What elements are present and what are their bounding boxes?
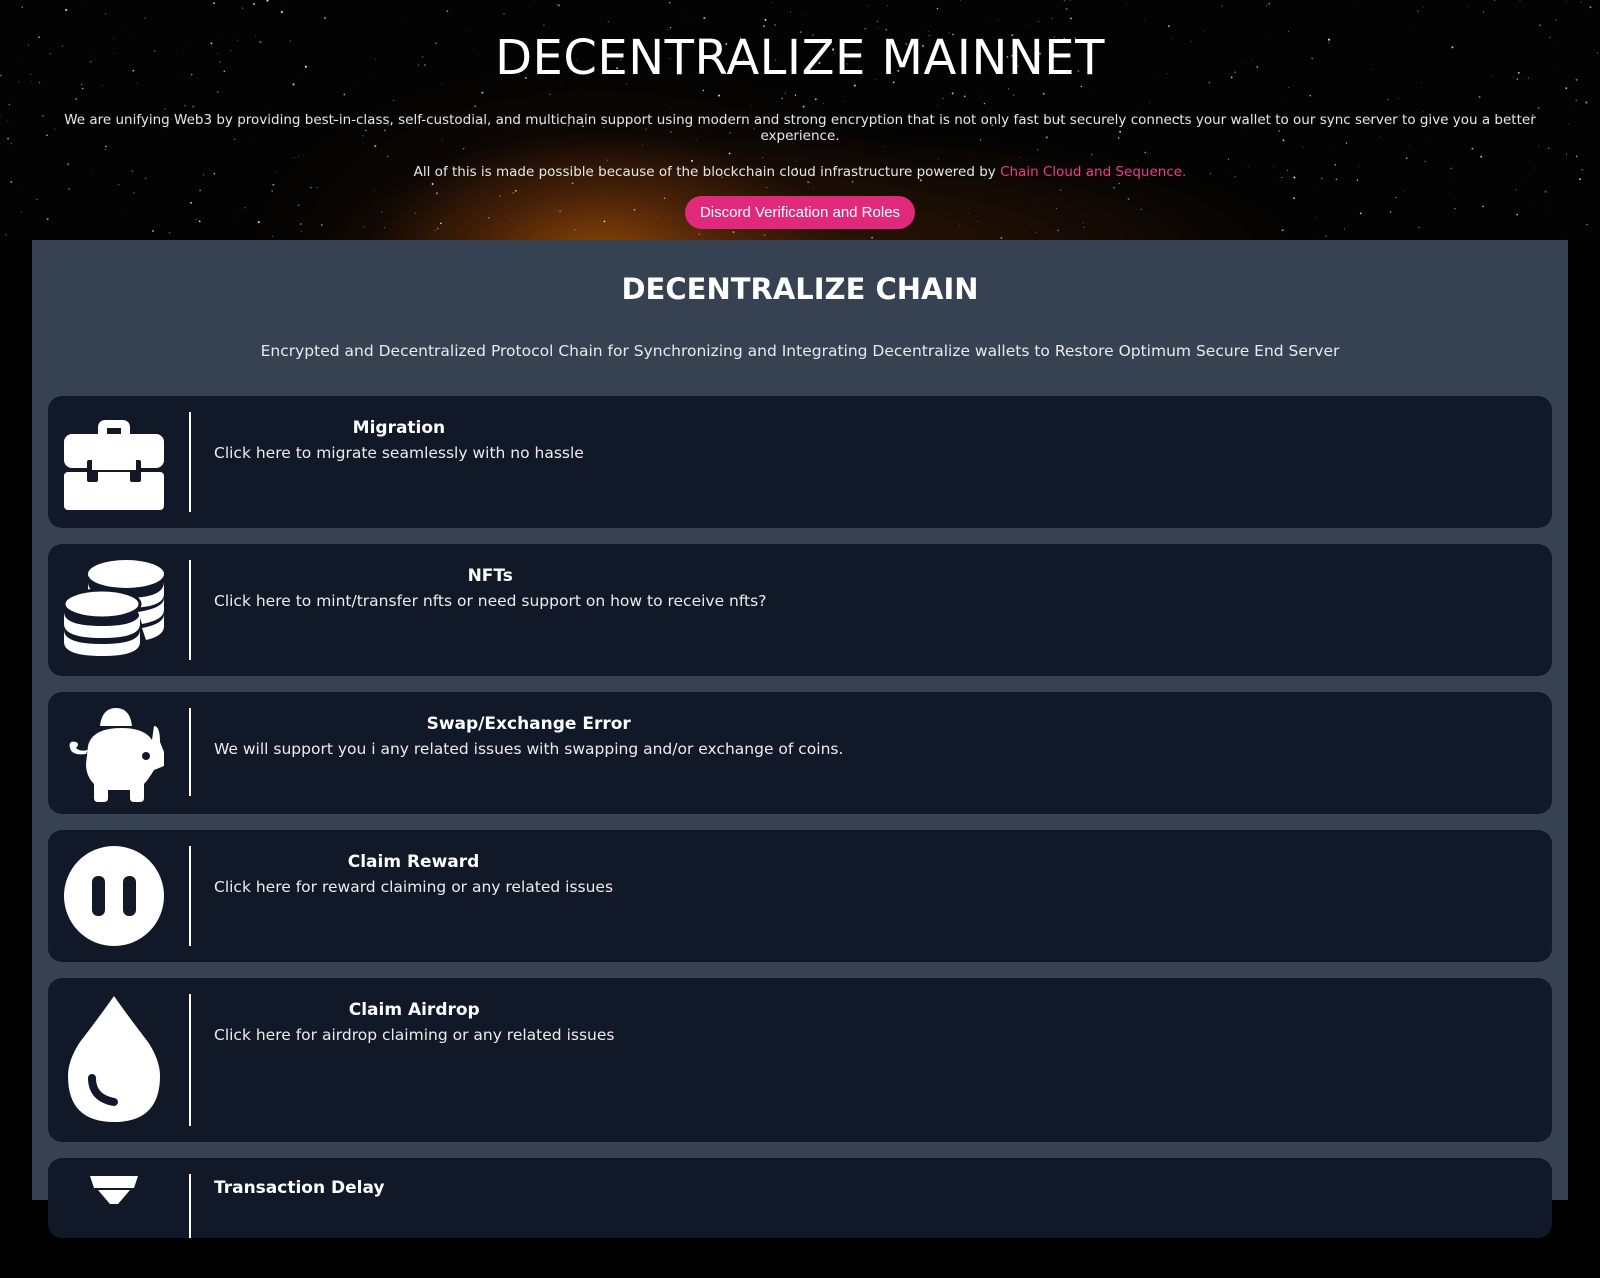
card-title: NFTs <box>214 564 766 588</box>
card-title: Migration <box>214 416 584 440</box>
droplet-icon <box>62 994 166 1124</box>
card-divider <box>189 560 191 660</box>
card-content: Claim Airdrop Click here for airdrop cla… <box>214 998 614 1048</box>
card-description: Click here for airdrop claiming or any r… <box>214 1022 614 1048</box>
hero-banner: DECENTRALIZE MAINNET We are unifying Web… <box>0 0 1600 240</box>
card-transaction-delay[interactable]: Transaction Delay <box>48 1158 1552 1238</box>
hourglass-icon <box>62 1174 166 1278</box>
card-content: NFTs Click here to mint/transfer nfts or… <box>214 564 766 614</box>
card-title: Claim Reward <box>214 850 613 874</box>
card-migration[interactable]: Migration Click here to migrate seamless… <box>48 396 1552 528</box>
card-description: Click here to migrate seamlessly with no… <box>214 440 584 466</box>
card-content: Claim Reward Click here for reward claim… <box>214 850 613 900</box>
card-claim-airdrop[interactable]: Claim Airdrop Click here for airdrop cla… <box>48 978 1552 1142</box>
card-description: Click here for reward claiming or any re… <box>214 874 613 900</box>
card-divider <box>189 846 191 946</box>
card-divider <box>189 1174 191 1238</box>
card-title: Transaction Delay <box>214 1176 385 1200</box>
main-panel: DECENTRALIZE CHAIN Encrypted and Decentr… <box>32 240 1568 1200</box>
card-description: Click here to mint/transfer nfts or need… <box>214 588 766 614</box>
card-content: Transaction Delay <box>214 1176 385 1200</box>
page-title: DECENTRALIZE MAINNET <box>0 30 1600 86</box>
card-claim-reward[interactable]: Claim Reward Click here for reward claim… <box>48 830 1552 962</box>
section-subtitle: Encrypted and Decentralized Protocol Cha… <box>32 342 1568 360</box>
card-title: Swap/Exchange Error <box>214 712 843 736</box>
piggy-bank-icon <box>62 706 166 810</box>
section-title: DECENTRALIZE CHAIN <box>32 272 1568 306</box>
card-swap-exchange-error[interactable]: Swap/Exchange Error We will support you … <box>48 692 1552 814</box>
hero-powered-by: All of this is made possible because of … <box>30 164 1570 180</box>
powered-by-text: All of this is made possible because of … <box>414 164 1000 180</box>
card-content: Swap/Exchange Error We will support you … <box>214 712 843 762</box>
coins-icon <box>62 558 166 662</box>
toolbox-icon <box>62 412 166 516</box>
discord-verification-button[interactable]: Discord Verification and Roles <box>685 196 915 229</box>
card-content: Migration Click here to migrate seamless… <box>214 416 584 466</box>
card-title: Claim Airdrop <box>214 998 614 1022</box>
card-nfts[interactable]: NFTs Click here to mint/transfer nfts or… <box>48 544 1552 676</box>
card-description: We will support you i any related issues… <box>214 736 843 762</box>
card-divider <box>189 412 191 512</box>
hero-description: We are unifying Web3 by providing best-i… <box>30 112 1570 144</box>
card-divider <box>189 708 191 796</box>
chain-cloud-link[interactable]: Chain Cloud and Sequence. <box>1000 164 1186 180</box>
card-divider <box>189 994 191 1126</box>
pause-circle-icon <box>62 844 166 948</box>
